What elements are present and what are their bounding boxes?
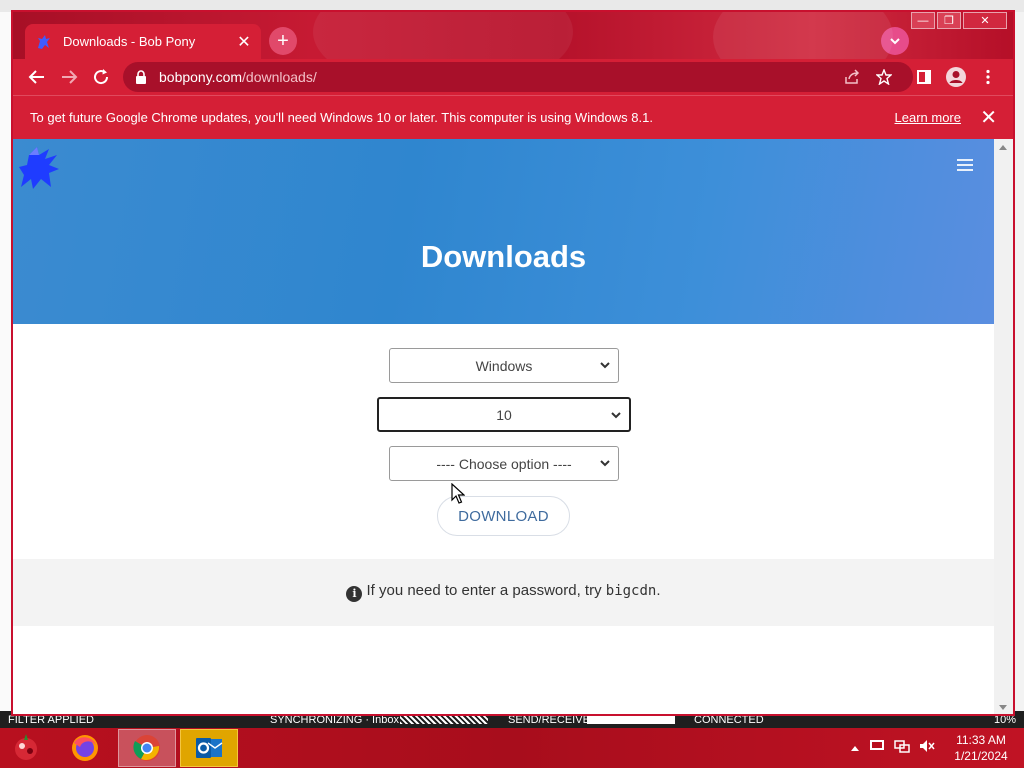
infobar-text: To get future Google Chrome updates, you… [30, 110, 653, 125]
taskbar: 11:33 AM 1/21/2024 [0, 728, 1024, 768]
taskbar-clock[interactable]: 11:33 AM 1/21/2024 [950, 732, 1012, 764]
chrome-icon [133, 735, 160, 761]
back-arrow-icon [28, 70, 44, 84]
note-end: . [656, 582, 661, 599]
side-panel-button[interactable] [912, 65, 936, 89]
password-note: i If you need to enter a password, try bi… [13, 582, 994, 602]
bobpony-logo-icon[interactable] [15, 143, 63, 191]
version-select[interactable]: 10 [377, 397, 631, 432]
side-panel-icon [917, 70, 931, 84]
forward-button[interactable] [57, 65, 81, 89]
restore-button[interactable]: ❐ [937, 12, 961, 29]
url-host: bobpony.com [159, 69, 243, 85]
title-bar[interactable]: Downloads - Bob Pony ✕ + — ❐ ✕ [13, 12, 1013, 92]
info-icon: i [346, 586, 363, 602]
back-button[interactable] [25, 65, 49, 89]
bookmark-star-icon[interactable] [875, 68, 893, 86]
option-select[interactable]: ---- Choose option ---- [389, 446, 619, 481]
taskbar-chrome[interactable] [118, 729, 176, 767]
page-scrollbar[interactable] [994, 139, 1013, 714]
taskbar-firefox[interactable] [56, 729, 114, 767]
sync-progress [400, 716, 488, 724]
mouse-cursor-icon [451, 483, 465, 504]
system-tray [850, 738, 944, 758]
update-infobar: To get future Google Chrome updates, you… [13, 95, 1013, 139]
scroll-up-arrow-icon[interactable] [999, 145, 1007, 150]
version-select-value: 10 [496, 406, 512, 423]
kebab-menu-icon [986, 69, 990, 85]
send-receive-progress [587, 716, 675, 724]
page-title: Downloads [420, 239, 587, 274]
chevron-down-icon [611, 412, 621, 419]
infobar-close-icon[interactable]: ✕ [980, 105, 997, 130]
clock-date: 1/21/2024 [954, 749, 1008, 763]
page-viewport: Downloads Windows 10 ---- Choose option … [13, 139, 994, 714]
share-icon[interactable] [843, 68, 861, 86]
tab-title: Downloads - Bob Pony [63, 34, 196, 49]
hamburger-menu-icon[interactable] [957, 159, 975, 173]
reload-button[interactable] [89, 65, 113, 89]
chrome-menu-button[interactable] [976, 65, 1000, 89]
note-text: If you need to enter a password, try [366, 582, 606, 599]
start-button-icon[interactable] [10, 732, 42, 764]
profile-avatar-icon [946, 67, 966, 87]
firefox-icon [72, 735, 98, 761]
url-path: /downloads/ [242, 69, 317, 85]
tab-close-icon[interactable]: ✕ [233, 31, 255, 53]
minimize-button[interactable]: — [911, 12, 935, 29]
address-bar[interactable]: bobpony.com/downloads/ [123, 62, 913, 92]
outlook-icon [196, 738, 223, 758]
chrome-window: Downloads - Bob Pony ✕ + — ❐ ✕ bobpony.c… [11, 10, 1015, 716]
window-controls: — ❐ ✕ [909, 12, 1007, 32]
chevron-down-icon [600, 460, 610, 467]
os-select[interactable]: Windows [389, 348, 619, 383]
scroll-down-arrow-icon[interactable] [999, 705, 1007, 710]
page-header: Downloads [13, 139, 994, 324]
chevron-down-icon [600, 362, 610, 369]
browser-toolbar: bobpony.com/downloads/ [13, 59, 1013, 95]
taskbar-outlook[interactable] [180, 729, 238, 767]
profile-button[interactable] [944, 65, 968, 89]
tab-search-button[interactable] [881, 27, 909, 55]
learn-more-link[interactable]: Learn more [895, 110, 961, 125]
tab-downloads[interactable]: Downloads - Bob Pony ✕ [25, 24, 261, 59]
note-code: bigcdn [605, 583, 657, 599]
password-note-band: i If you need to enter a password, try bi… [13, 559, 994, 626]
clock-time: 11:33 AM [956, 733, 1006, 747]
action-center-icon[interactable] [869, 739, 885, 758]
bobpony-favicon-icon [35, 33, 53, 51]
window-close-button[interactable]: ✕ [963, 12, 1007, 29]
forward-arrow-icon [62, 70, 78, 84]
tray-expand-icon[interactable] [850, 739, 860, 757]
volume-muted-icon[interactable] [919, 739, 935, 758]
network-icon[interactable] [894, 739, 910, 758]
option-select-value: ---- Choose option ---- [436, 455, 572, 472]
chevron-down-icon [890, 38, 900, 45]
lock-icon [136, 70, 146, 84]
reload-icon [94, 69, 109, 85]
os-select-value: Windows [475, 357, 533, 374]
url-text: bobpony.com/downloads/ [159, 69, 317, 85]
new-tab-button[interactable]: + [269, 27, 297, 55]
